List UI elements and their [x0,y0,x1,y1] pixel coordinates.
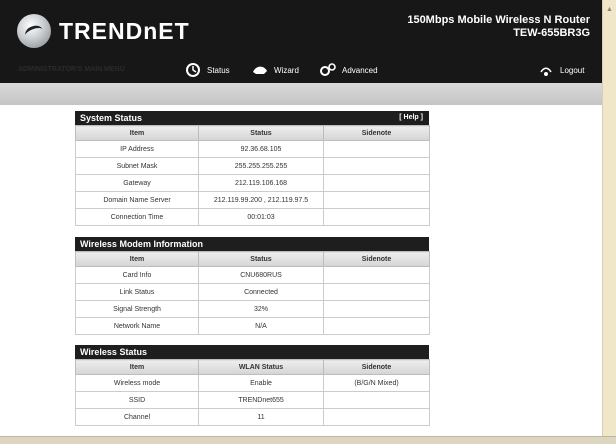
wireless-status-panel: Wireless Status Item WLAN Status Sidenot… [75,345,430,426]
modem-info-table: Item Status Sidenote Card Info CNU680RUS… [75,251,430,335]
row-item: Channel [75,408,199,426]
system-status-table: Item Status Sidenote IP Address 92.36.68… [75,125,430,226]
table-row: Gateway 212.119.106.168 [75,174,430,192]
row-item: Domain Name Server [75,191,199,209]
nav-advanced-label: Advanced [342,65,378,75]
row-sidenote [323,408,430,426]
table-header-row: Item WLAN Status Sidenote [75,359,430,375]
brand-name: TRENDnET [59,17,190,44]
row-status: 00:01:03 [198,208,324,226]
product-title: 150Mbps Mobile Wireless N Router TEW-655… [407,14,590,39]
row-status: 32% [198,300,324,318]
table-row: Connection Time 00:01:03 [75,208,430,226]
logout-icon [540,67,552,76]
row-status: Enable [198,374,324,392]
column-header: Sidenote [323,125,430,141]
browser-content: TRENDnET 150Mbps Mobile Wireless N Route… [0,0,602,436]
nav-status[interactable]: Status [185,62,230,78]
nav-status-label: Status [207,65,230,75]
row-item: Subnet Mask [75,157,199,175]
system-status-panel: System Status [ Help ] Item Status Siden… [75,111,430,226]
row-status: CNU680RUS [198,266,324,284]
column-header: Sidenote [323,359,430,375]
product-model: TEW-655BR3G [513,27,590,39]
row-item: Signal Strength [75,300,199,318]
gears-icon [320,63,336,76]
header-divider-bar [0,83,602,105]
table-row: Network Name N/A [75,317,430,335]
row-status: Connected [198,283,324,301]
table-row: Subnet Mask 255.255.255.255 [75,157,430,175]
row-item: Card Info [75,266,199,284]
scroll-up-arrow-icon[interactable]: ▲ [606,6,613,13]
trendnet-logo: TRENDnET [17,14,190,48]
help-link[interactable]: [ Help ] [399,111,423,125]
column-header: Item [75,359,199,375]
row-item: Link Status [75,283,199,301]
table-header-row: Item Status Sidenote [75,125,430,141]
row-status: 92.36.68.105 [198,140,324,158]
row-sidenote [323,140,430,158]
column-header: Item [75,125,199,141]
wizard-icon [253,66,267,74]
row-item: Wireless mode [75,374,199,392]
trendnet-logo-icon [17,14,51,48]
row-status: 212.119.99.200 , 212.119.97.5 [198,191,324,209]
table-row: Wireless mode Enable (B/G/N Mixed) [75,374,430,392]
table-row: IP Address 92.36.68.105 [75,140,430,158]
nav-wizard-label: Wizard [274,65,299,75]
column-header: Status [198,251,324,267]
row-item: SSID [75,391,199,409]
column-header: Item [75,251,199,267]
column-header: Status [198,125,324,141]
modem-info-heading: Wireless Modem Information [80,239,203,249]
table-row: Card Info CNU680RUS [75,266,430,284]
nav-advanced[interactable]: Advanced [320,62,378,78]
row-item: IP Address [75,140,199,158]
row-status: 212.119.106.168 [198,174,324,192]
nav-logout-label: Logout [560,65,585,75]
row-sidenote [323,191,430,209]
nav-logout[interactable]: Logout [538,62,584,78]
wireless-status-heading: Wireless Status [80,347,147,357]
row-item: Network Name [75,317,199,335]
modem-info-panel: Wireless Modem Information Item Status S… [75,237,430,335]
row-sidenote [323,157,430,175]
row-status: N/A [198,317,324,335]
row-sidenote [323,391,430,409]
row-status: 255.255.255.255 [198,157,324,175]
table-row: Channel 11 [75,408,430,426]
table-row: Link Status Connected [75,283,430,301]
system-status-title: System Status [ Help ] [75,111,429,125]
router-header: TRENDnET 150Mbps Mobile Wireless N Route… [0,0,602,83]
vertical-scrollbar[interactable]: ▲ [602,0,616,436]
main-nav: ADMINISTRATOR'S MAIN MENU Status Wizard [0,56,602,82]
status-icon [186,63,200,77]
row-sidenote [323,266,430,284]
table-row: Domain Name Server 212.119.99.200 , 212.… [75,191,430,209]
row-item: Gateway [75,174,199,192]
row-status: 11 [198,408,324,426]
system-status-heading: System Status [80,113,143,123]
wireless-status-table: Item WLAN Status Sidenote Wireless mode … [75,359,430,426]
row-status: TRENDnet655 [198,391,324,409]
row-sidenote [323,300,430,318]
row-item: Connection Time [75,208,199,226]
nav-wizard[interactable]: Wizard [252,62,299,78]
row-sidenote [323,208,430,226]
row-sidenote [323,317,430,335]
modem-info-title: Wireless Modem Information [75,237,429,251]
wireless-status-title: Wireless Status [75,345,429,359]
product-name: 150Mbps Mobile Wireless N Router [407,14,590,26]
table-row: SSID TRENDnet655 [75,391,430,409]
row-sidenote: (B/G/N Mixed) [323,374,430,392]
column-header: Sidenote [323,251,430,267]
row-sidenote [323,283,430,301]
table-header-row: Item Status Sidenote [75,251,430,267]
column-header: WLAN Status [198,359,324,375]
row-sidenote [323,174,430,192]
table-row: Signal Strength 32% [75,300,430,318]
admin-menu-label: ADMINISTRATOR'S MAIN MENU [18,66,125,73]
